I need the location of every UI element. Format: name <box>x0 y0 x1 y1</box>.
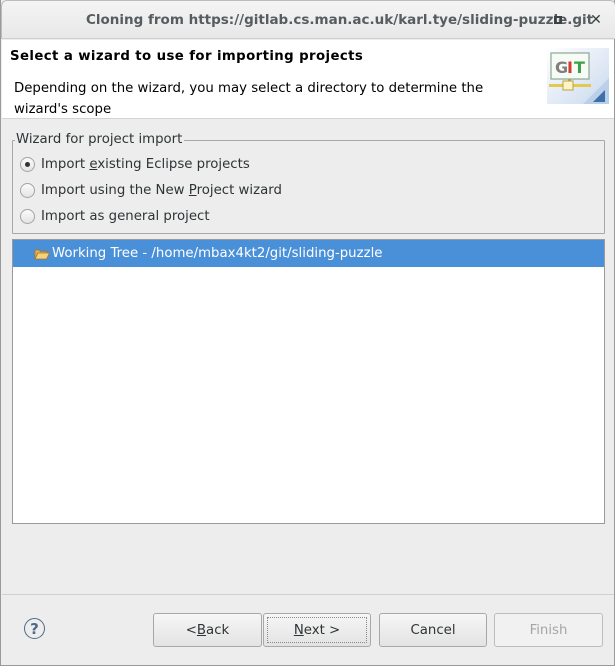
footer-separator <box>2 594 614 595</box>
import-projects-dialog: Cloning from https://gitlab.cs.man.ac.uk… <box>0 0 615 666</box>
svg-text:I: I <box>567 58 573 77</box>
page-description: Depending on the wizard, you may select … <box>14 81 484 117</box>
maximize-button[interactable] <box>549 11 567 29</box>
focus-ring <box>267 617 367 643</box>
close-icon: ✕ <box>590 12 602 28</box>
svg-text:T: T <box>574 58 585 77</box>
project-tree[interactable]: Working Tree - /home/mbax4kt2/git/slidin… <box>12 239 605 524</box>
close-button[interactable]: ✕ <box>587 11 605 29</box>
radio-new-project-wizard[interactable]: Import using the New Project wizard <box>20 183 282 198</box>
window-title: Cloning from https://gitlab.cs.man.ac.uk… <box>86 12 594 28</box>
radio-general-project[interactable]: Import as general project <box>20 209 210 224</box>
radio-label: Import existing Eclipse projects <box>41 157 250 172</box>
help-icon: ? <box>30 619 39 638</box>
back-button[interactable]: < Back <box>153 613 262 647</box>
tree-item-label: Working Tree - /home/mbax4kt2/git/slidin… <box>52 246 383 261</box>
radio-unselected-icon[interactable] <box>20 209 35 224</box>
title-bar[interactable]: Cloning from https://gitlab.cs.man.ac.uk… <box>1 0 615 39</box>
group-legend: Wizard for project import <box>15 132 185 147</box>
finish-button[interactable]: Finish <box>494 613 603 647</box>
radio-label: Import as general project <box>41 209 210 224</box>
maximize-icon <box>554 16 562 24</box>
git-logo-icon: G I T <box>547 48 609 104</box>
wizard-options-group: Wizard for project import Import existin… <box>12 132 605 234</box>
folder-open-icon <box>34 249 50 259</box>
next-button[interactable]: Next > <box>263 613 371 647</box>
page-title: Select a wizard to use for importing pro… <box>10 49 364 64</box>
tree-item-working-tree[interactable]: Working Tree - /home/mbax4kt2/git/slidin… <box>13 240 604 267</box>
radio-label: Import using the New Project wizard <box>41 183 282 198</box>
radio-import-existing[interactable]: Import existing Eclipse projects <box>20 157 250 172</box>
help-button[interactable]: ? <box>24 618 45 639</box>
cancel-button[interactable]: Cancel <box>379 613 487 647</box>
wizard-header: Select a wizard to use for importing pro… <box>2 40 614 119</box>
radio-unselected-icon[interactable] <box>20 183 35 198</box>
radio-selected-icon[interactable] <box>20 157 35 172</box>
